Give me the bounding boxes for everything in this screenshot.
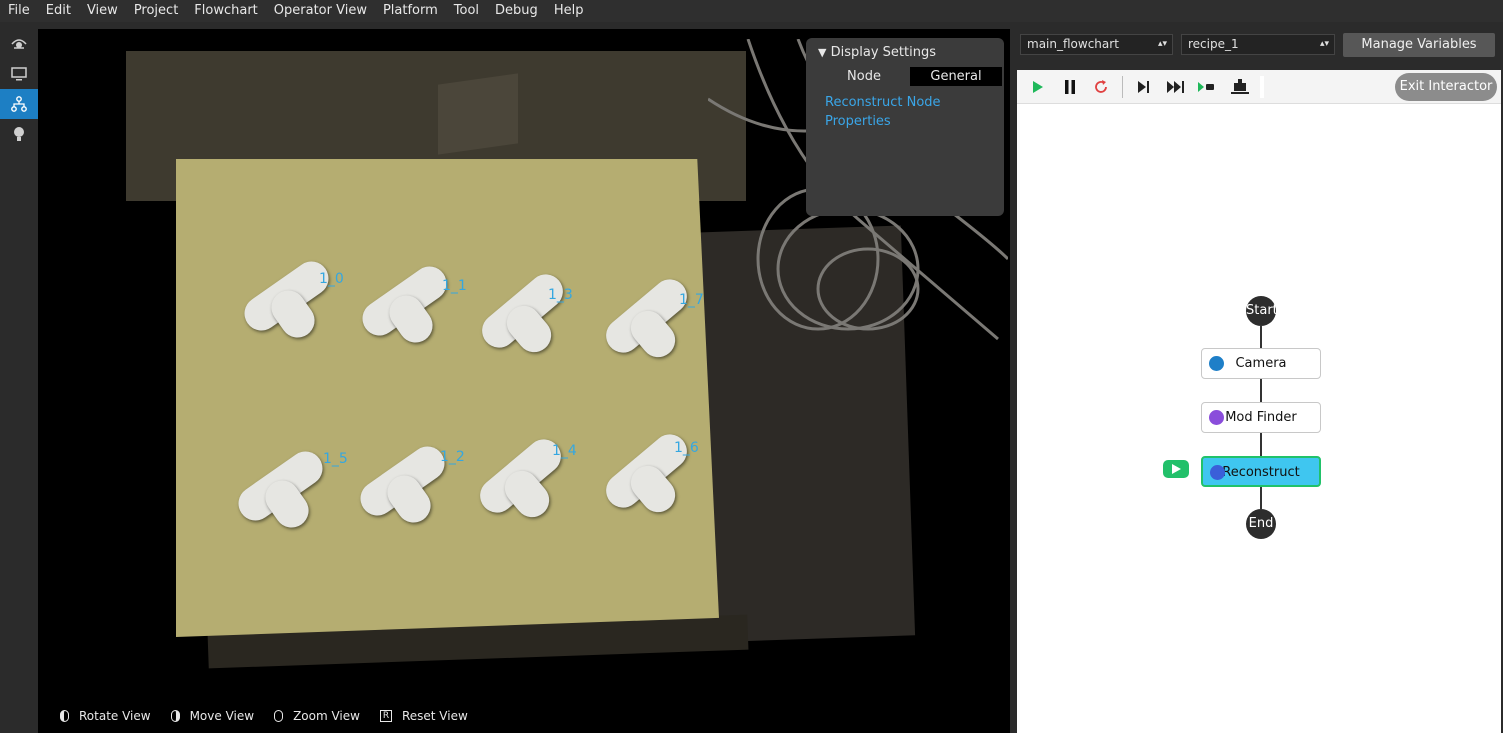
display-settings-panel: ▼ Display Settings Node General Reconstr… [806,38,1004,216]
pipe-tee-part: 1_4 [468,419,578,525]
flow-toolbar: Exit Interactor [1017,70,1501,104]
pipe-tee-part: 1_1 [352,244,467,350]
end-node[interactable]: End [1246,509,1276,539]
zoom-view-hint: Zoom View [274,709,360,723]
debug-robot-icon[interactable] [1229,77,1251,97]
menu-edit[interactable]: Edit [38,0,79,22]
mouse-wheel-icon [274,710,284,722]
run-to-node-icon[interactable] [1197,77,1219,97]
manage-variables-button[interactable]: Manage Variables [1343,33,1495,57]
reset-view-hint: R Reset View [379,709,468,723]
menu-operator-view[interactable]: Operator View [266,0,375,22]
updown-arrow-icon: ▴▾ [1319,39,1329,49]
current-step-play-icon [1163,460,1189,478]
reconstruct-icon [1210,465,1225,480]
pose-marker-label: 1_1 [442,278,467,294]
pipe-tee-part: 1_6 [594,414,704,520]
tab-general[interactable]: General [910,67,1002,86]
flow-edge [1260,326,1262,348]
lightbulb-icon[interactable] [0,119,38,149]
pipe-tee-part: 1_3 [470,254,580,360]
move-view-hint: Move View [170,709,255,723]
monitor-icon[interactable] [0,59,38,89]
pause-icon[interactable] [1059,77,1081,97]
start-node[interactable]: Start [1246,296,1278,326]
menu-view[interactable]: View [79,0,126,22]
pose-marker-label: 1_6 [674,440,699,456]
flow-edge [1260,379,1262,402]
display-settings-header[interactable]: ▼ Display Settings [818,45,936,60]
reset-view-label: Reset View [401,709,468,723]
reconstruct-node[interactable]: Reconstruct [1201,456,1321,487]
camera-node[interactable]: Camera [1201,348,1321,379]
fast-forward-icon[interactable] [1165,77,1187,97]
mouse-left-icon [60,710,69,722]
toolbar-divider [1122,76,1123,98]
menu-project[interactable]: Project [126,0,186,22]
recipe-select-value: recipe_1 [1188,37,1239,51]
pose-marker-label: 1_7 [679,292,704,308]
mod-finder-node[interactable]: Mod Finder [1201,402,1321,433]
camera-node-label: Camera [1235,356,1287,371]
move-view-label: Move View [189,709,255,723]
reconstruct-node-properties-link[interactable]: Reconstruct Node Properties [825,93,975,131]
flow-edge [1260,487,1262,509]
reconstruct-node-label: Reconstruct [1222,465,1300,480]
mouse-right-icon [170,710,180,722]
exit-interactor-button[interactable]: Exit Interactor [1395,73,1497,101]
rotate-view-label: Rotate View [79,709,151,723]
pose-marker-label: 1_0 [319,271,344,287]
pose-marker-label: 1_4 [552,443,577,459]
cardboard-board [176,159,719,637]
restart-icon[interactable] [1090,77,1112,97]
flowchart-icon[interactable] [0,89,38,119]
updown-arrow-icon: ▴▾ [1157,39,1167,49]
left-rail [0,29,38,733]
pipe-tee-part: 1_5 [228,429,348,535]
menu-debug[interactable]: Debug [487,0,546,22]
display-settings-title: Display Settings [830,45,936,60]
pose-marker-label: 1_2 [440,449,465,465]
code-icon [1209,410,1224,425]
menu-platform[interactable]: Platform [375,0,446,22]
background-carton [438,73,518,155]
flowchart-select[interactable]: main_flowchart ▴▾ [1020,34,1173,55]
mod-finder-node-label: Mod Finder [1225,410,1297,425]
display-settings-tabs: Node General [818,67,1002,86]
collapse-triangle-icon: ▼ [818,46,827,59]
reset-key-icon: R [379,710,392,722]
tab-node[interactable]: Node [818,67,910,86]
pose-marker-label: 1_3 [548,287,573,303]
play-icon[interactable] [1027,77,1049,97]
pose-marker-label: 1_5 [323,451,348,467]
pipe-tee-part: 1_0 [234,239,344,345]
toolbar-divider [1260,76,1264,98]
pipe-tee-part: 1_2 [350,424,465,530]
flow-edge [1260,433,1262,456]
camera-icon [1209,356,1224,371]
pipe-tee-part: 1_7 [594,259,704,365]
zoom-view-label: Zoom View [293,709,360,723]
recipe-select[interactable]: recipe_1 ▴▾ [1181,34,1335,55]
rotate-view-hint: Rotate View [60,709,151,723]
flowchart-select-value: main_flowchart [1027,37,1119,51]
flowchart-canvas[interactable]: Exit Interactor Start Camera Mod Finder … [1017,70,1501,733]
menu-file[interactable]: File [0,0,38,22]
view-controls-hint: Rotate View Move View Zoom View R Reset … [60,709,482,723]
eye-icon[interactable] [0,29,38,59]
step-icon[interactable] [1133,77,1155,97]
menu-tool[interactable]: Tool [446,0,487,22]
flowchart-panel: main_flowchart ▴▾ recipe_1 ▴▾ Manage Var… [1015,29,1503,733]
menu-flowchart[interactable]: Flowchart [186,0,265,22]
menu-help[interactable]: Help [546,0,592,22]
menu-bar: File Edit View Project Flowchart Operato… [0,0,1503,22]
